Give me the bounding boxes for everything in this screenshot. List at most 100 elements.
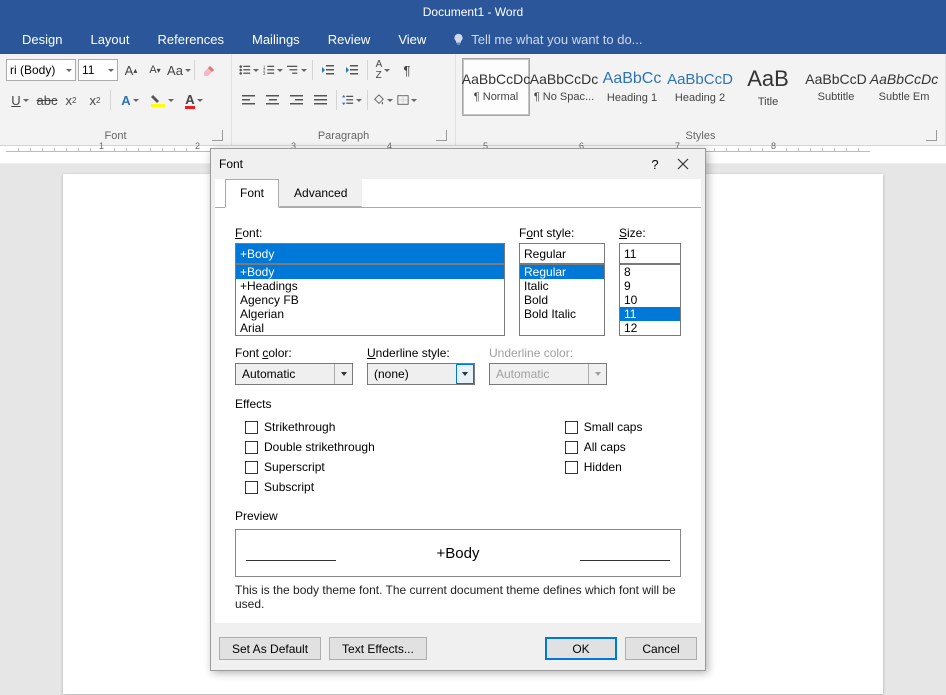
show-marks-button[interactable]: ¶ bbox=[396, 59, 418, 81]
tab-layout[interactable]: Layout bbox=[76, 24, 143, 54]
fontcolor-label: Font color: bbox=[235, 346, 353, 360]
hidden-checkbox[interactable]: Hidden bbox=[565, 457, 643, 477]
align-right-button[interactable] bbox=[286, 89, 308, 111]
grow-font-button[interactable]: A▴ bbox=[120, 59, 142, 81]
fontstyle-option[interactable]: Italic bbox=[520, 279, 604, 293]
fontstyle-listbox[interactable]: RegularItalicBoldBold Italic bbox=[519, 264, 605, 336]
size-option[interactable]: 12 bbox=[620, 321, 680, 335]
fontcolor-combo[interactable]: Automatic bbox=[235, 363, 353, 385]
increase-indent-button[interactable] bbox=[341, 59, 363, 81]
superscript-checkbox[interactable]: Superscript bbox=[245, 457, 375, 477]
styles-gallery[interactable]: AaBbCcDc¶ NormalAaBbCcDc¶ No Spac...AaBb… bbox=[462, 56, 939, 118]
strikethrough-button[interactable]: abc bbox=[36, 89, 58, 111]
size-input[interactable] bbox=[619, 243, 681, 264]
size-option[interactable]: 9 bbox=[620, 279, 680, 293]
strikethrough-checkbox[interactable]: Strikethrough bbox=[245, 417, 375, 437]
numbering-button[interactable]: 123 bbox=[262, 59, 284, 81]
style-name: Heading 1 bbox=[601, 92, 663, 104]
style-card[interactable]: AaBbCcHeading 1 bbox=[598, 58, 666, 116]
shrink-font-button[interactable]: A▾ bbox=[144, 59, 166, 81]
font-size-combo[interactable]: 11 bbox=[78, 59, 118, 81]
set-as-default-button[interactable]: Set As Default bbox=[219, 637, 321, 660]
justify-button[interactable] bbox=[310, 89, 332, 111]
fontstyle-option[interactable]: Bold bbox=[520, 293, 604, 307]
size-option[interactable]: 10 bbox=[620, 293, 680, 307]
style-sample: AaBbCcDc bbox=[870, 71, 938, 87]
line-spacing-button[interactable] bbox=[341, 89, 363, 111]
multilevel-list-button[interactable] bbox=[286, 59, 308, 81]
close-button[interactable] bbox=[669, 152, 697, 176]
cancel-button[interactable]: Cancel bbox=[625, 637, 697, 660]
clear-formatting-button[interactable] bbox=[199, 59, 221, 81]
fontstyle-option[interactable]: Regular bbox=[520, 265, 604, 279]
style-name: Heading 2 bbox=[669, 92, 731, 104]
font-option[interactable]: +Body bbox=[236, 265, 504, 279]
text-effects-button[interactable]: Text Effects... bbox=[329, 637, 427, 660]
align-left-button[interactable] bbox=[238, 89, 260, 111]
superscript-button[interactable]: x2 bbox=[84, 89, 106, 111]
bullets-button[interactable] bbox=[238, 59, 260, 81]
allcaps-checkbox[interactable]: All caps bbox=[565, 437, 643, 457]
decrease-indent-button[interactable] bbox=[317, 59, 339, 81]
dialog-title: Font bbox=[219, 157, 641, 171]
align-center-button[interactable] bbox=[262, 89, 284, 111]
style-card[interactable]: AaBbCcDHeading 2 bbox=[666, 58, 734, 116]
style-card[interactable]: AaBbCcDcSubtle Em bbox=[870, 58, 938, 116]
font-option[interactable]: Algerian bbox=[236, 307, 504, 321]
fontstyle-input[interactable] bbox=[519, 243, 605, 264]
font-group-label[interactable]: Font bbox=[6, 128, 225, 145]
font-option[interactable]: Arial bbox=[236, 321, 504, 335]
size-option[interactable]: 8 bbox=[620, 265, 680, 279]
double-strikethrough-checkbox[interactable]: Double strikethrough bbox=[245, 437, 375, 457]
font-name-combo[interactable]: ri (Body) bbox=[6, 59, 76, 81]
style-card[interactable]: AaBbCcDSubtitle bbox=[802, 58, 870, 116]
style-name: ¶ No Spac... bbox=[533, 91, 595, 103]
tab-design[interactable]: Design bbox=[8, 24, 76, 54]
preview-description: This is the body theme font. The current… bbox=[235, 583, 681, 611]
font-option[interactable]: +Headings bbox=[236, 279, 504, 293]
dialog-body: Font: +Body+HeadingsAgency FBAlgerianAri… bbox=[215, 207, 701, 623]
shading-button[interactable] bbox=[372, 89, 394, 111]
font-listbox[interactable]: +Body+HeadingsAgency FBAlgerianArial bbox=[235, 264, 505, 336]
style-card[interactable]: AaBTitle bbox=[734, 58, 802, 116]
fontstyle-label: Font style: bbox=[519, 226, 605, 240]
size-listbox[interactable]: 89101112 bbox=[619, 264, 681, 336]
help-button[interactable]: ? bbox=[641, 152, 669, 176]
change-case-button[interactable]: Aa bbox=[168, 59, 190, 81]
preview-box: +Body bbox=[235, 529, 681, 577]
underlinecolor-label: Underline color: bbox=[489, 346, 607, 360]
sort-button[interactable]: AZ bbox=[372, 59, 394, 81]
underlinestyle-combo[interactable]: (none) bbox=[367, 363, 475, 385]
ok-button[interactable]: OK bbox=[545, 637, 617, 660]
tell-me-placeholder: Tell me what you want to do... bbox=[471, 32, 642, 47]
highlight-button[interactable] bbox=[147, 89, 177, 111]
style-name: Title bbox=[737, 96, 799, 108]
font-color-button[interactable]: A bbox=[179, 89, 209, 111]
dialog-titlebar[interactable]: Font ? bbox=[211, 149, 705, 179]
tab-references[interactable]: References bbox=[144, 24, 238, 54]
style-card[interactable]: AaBbCcDc¶ Normal bbox=[462, 58, 530, 116]
style-card[interactable]: AaBbCcDc ¶ No Spac... bbox=[530, 58, 598, 116]
paragraph-group-label[interactable]: Paragraph bbox=[238, 128, 449, 145]
text-effects-button[interactable]: A bbox=[115, 89, 145, 111]
style-sample: AaBbCcDc bbox=[462, 71, 530, 87]
font-option[interactable]: Agency FB bbox=[236, 293, 504, 307]
tab-view[interactable]: View bbox=[384, 24, 440, 54]
tab-review[interactable]: Review bbox=[314, 24, 385, 54]
smallcaps-checkbox[interactable]: Small caps bbox=[565, 417, 643, 437]
tell-me-search[interactable]: Tell me what you want to do... bbox=[452, 32, 642, 47]
dialog-tab-advanced[interactable]: Advanced bbox=[279, 179, 362, 207]
size-label: Size: bbox=[619, 226, 681, 240]
styles-group-label[interactable]: Styles bbox=[462, 128, 939, 145]
style-sample: AaBbCcDc bbox=[530, 71, 598, 87]
subscript-button[interactable]: x2 bbox=[60, 89, 82, 111]
tab-mailings[interactable]: Mailings bbox=[238, 24, 314, 54]
borders-button[interactable] bbox=[396, 89, 418, 111]
dialog-tab-font[interactable]: Font bbox=[225, 179, 279, 208]
font-input[interactable] bbox=[235, 243, 505, 264]
subscript-checkbox[interactable]: Subscript bbox=[245, 477, 375, 497]
underlinestyle-label: Underline style: bbox=[367, 346, 475, 360]
size-option[interactable]: 11 bbox=[620, 307, 680, 321]
fontstyle-option[interactable]: Bold Italic bbox=[520, 307, 604, 321]
underline-button[interactable]: U bbox=[6, 89, 34, 111]
